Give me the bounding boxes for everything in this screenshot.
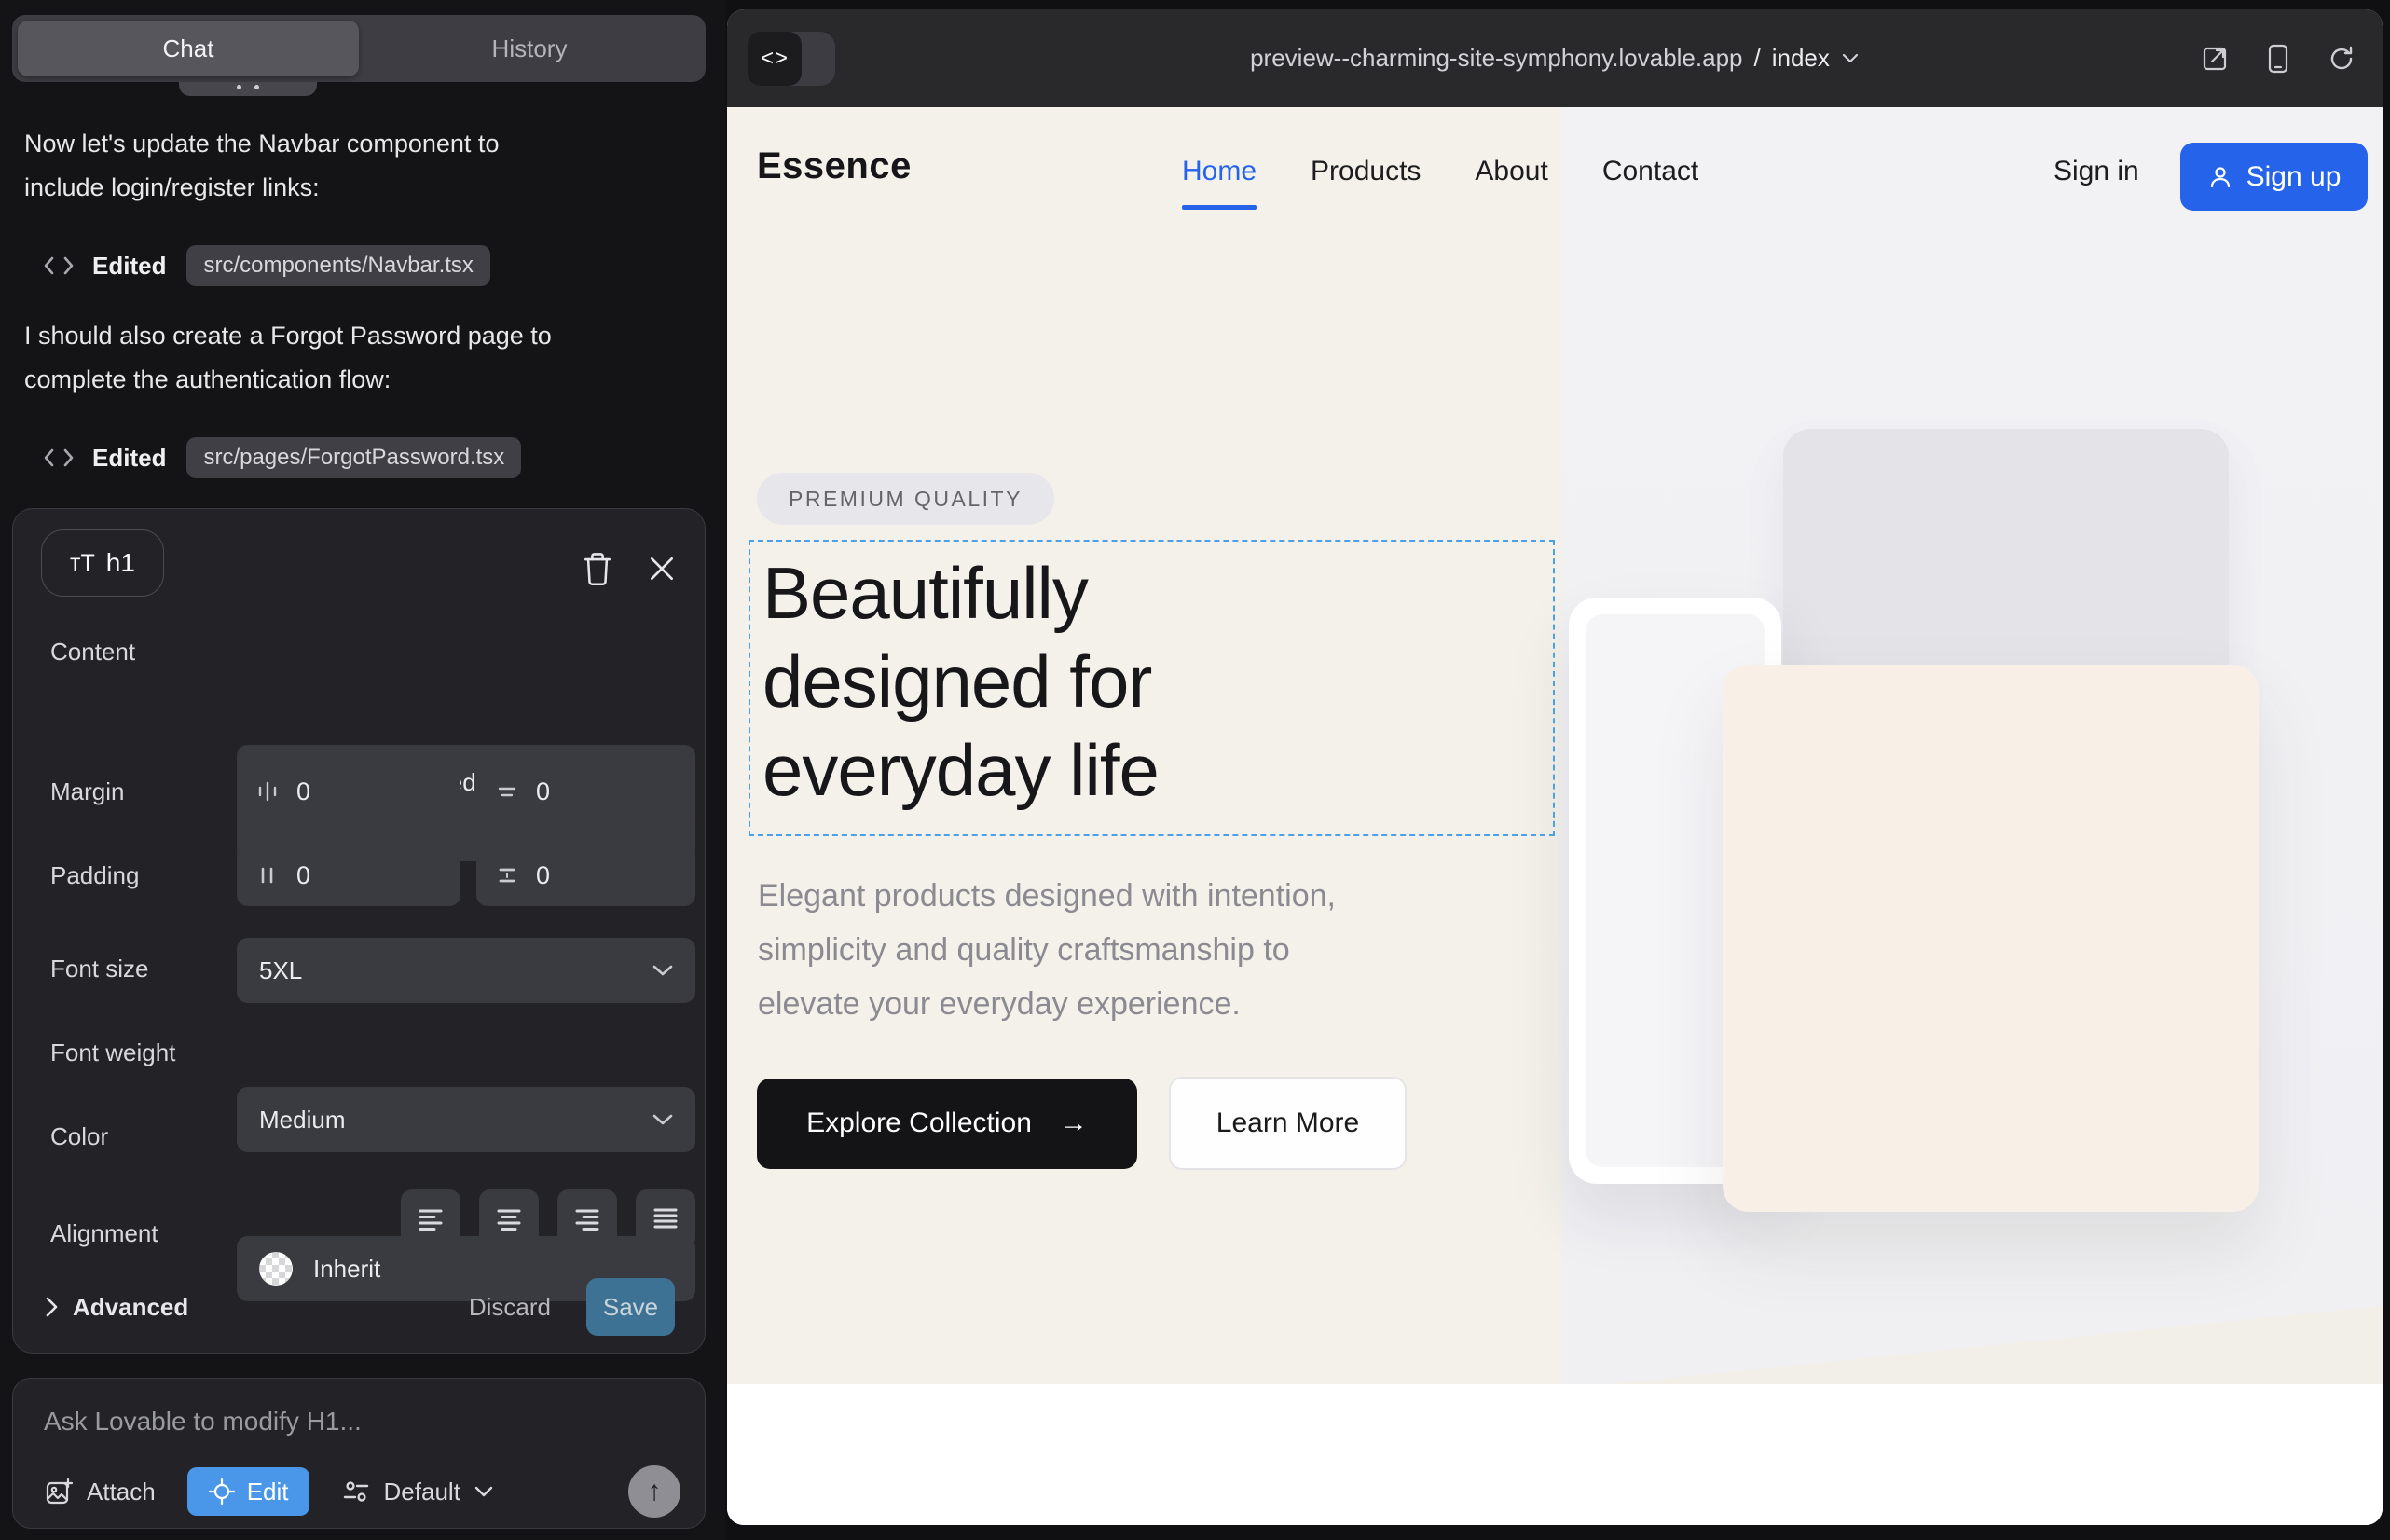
- chat-composer[interactable]: Ask Lovable to modify H1... Attach Edit: [12, 1378, 706, 1529]
- arrow-right-icon: →: [1060, 1107, 1088, 1139]
- padding-y-input[interactable]: 0: [476, 845, 695, 906]
- edited-file-row: Edited src/components/Navbar.tsx: [42, 244, 490, 287]
- margin-y-input[interactable]: 0: [476, 761, 695, 822]
- edit-mode-button[interactable]: Edit: [187, 1467, 309, 1516]
- assistant-message: I should also create a Forgot Password p…: [24, 314, 552, 402]
- mobile-view-icon[interactable]: [2267, 43, 2289, 75]
- attach-button[interactable]: Attach: [44, 1477, 156, 1506]
- edited-file-chip[interactable]: src/components/Navbar.tsx: [186, 245, 489, 286]
- composer-placeholder[interactable]: Ask Lovable to modify H1...: [44, 1407, 362, 1437]
- preview-toolbar: <> preview--charming-site-symphony.lovab…: [727, 9, 2383, 107]
- sliders-icon: [341, 1477, 371, 1506]
- padding-x-input[interactable]: 0: [237, 845, 460, 906]
- delete-element-button[interactable]: [582, 551, 613, 586]
- font-size-select[interactable]: 5XL: [237, 938, 695, 1003]
- element-editor-panel: тT h1 Content Beautifully des: [12, 508, 706, 1354]
- premium-quality-badge: PREMIUM QUALITY: [757, 473, 1054, 525]
- align-left-button[interactable]: [401, 1189, 460, 1249]
- align-justify-button[interactable]: [636, 1189, 695, 1249]
- nav-link-home[interactable]: Home: [1182, 156, 1257, 187]
- lovable-chat-panel: Chat History Now let's update the Navbar…: [0, 0, 725, 1540]
- edited-file-row: Edited src/pages/ForgotPassword.tsx: [42, 436, 521, 479]
- code-icon: [42, 447, 76, 469]
- save-button[interactable]: Save: [586, 1278, 675, 1336]
- chevron-down-icon: [1841, 52, 1860, 64]
- refresh-icon[interactable]: [2327, 44, 2356, 74]
- chevron-down-icon: [474, 1485, 494, 1498]
- learn-more-button[interactable]: Learn More: [1169, 1077, 1407, 1170]
- open-in-new-tab-icon[interactable]: [2200, 44, 2230, 74]
- margin-y-icon: [495, 779, 519, 804]
- rendered-site: Essence Home Products About Contact Sign…: [727, 107, 2383, 1525]
- nav-link-contact[interactable]: Contact: [1602, 156, 1698, 187]
- margin-label: Margin: [50, 777, 124, 806]
- explore-collection-button[interactable]: Explore Collection →: [757, 1079, 1137, 1169]
- font-size-label: Font size: [50, 955, 149, 983]
- preview-url: preview--charming-site-symphony.lovable.…: [1250, 44, 1742, 73]
- padding-y-icon: [495, 863, 519, 887]
- user-icon: [2207, 164, 2233, 190]
- mode-selector[interactable]: Default: [341, 1477, 494, 1506]
- sign-up-button[interactable]: Sign up: [2180, 143, 2368, 211]
- nav-link-about[interactable]: About: [1475, 156, 1547, 187]
- edited-file-chip[interactable]: src/pages/ForgotPassword.tsx: [186, 437, 521, 478]
- discard-button[interactable]: Discard: [469, 1293, 551, 1322]
- target-icon: [208, 1478, 236, 1506]
- close-editor-button[interactable]: [647, 554, 677, 584]
- preview-page: index: [1772, 44, 1830, 73]
- site-logo[interactable]: Essence: [757, 145, 912, 187]
- typography-icon: тT: [70, 550, 95, 577]
- hero-description: Elegant products designed with intention…: [758, 869, 1336, 1031]
- chat-history-tabs: Chat History: [12, 15, 706, 82]
- chevron-down-icon: [651, 963, 675, 978]
- site-preview-window: <> preview--charming-site-symphony.lovab…: [727, 9, 2383, 1525]
- content-label: Content: [50, 638, 135, 667]
- padding-x-icon: [255, 863, 280, 887]
- chevron-right-icon: [43, 1295, 60, 1319]
- tab-chat[interactable]: Chat: [18, 21, 359, 76]
- send-button[interactable]: ↑: [628, 1465, 680, 1518]
- selected-element-tag[interactable]: тT h1: [41, 529, 164, 597]
- tag-name: h1: [106, 548, 135, 578]
- align-right-button[interactable]: [557, 1189, 617, 1249]
- site-navbar: Essence Home Products About Contact Sign…: [727, 107, 2383, 233]
- decor-card-cream: [1723, 665, 2259, 1212]
- padding-label: Padding: [50, 861, 139, 890]
- advanced-toggle[interactable]: Advanced: [43, 1293, 188, 1322]
- section-below-hero: [727, 1384, 2383, 1525]
- align-center-button[interactable]: [479, 1189, 539, 1249]
- hero-heading[interactable]: Beautifully designed for everyday life: [762, 549, 1159, 815]
- assistant-message: Now let's update the Navbar component to…: [24, 122, 499, 210]
- sign-in-link[interactable]: Sign in: [2053, 156, 2139, 187]
- tab-history[interactable]: History: [359, 21, 700, 76]
- preview-url-bar[interactable]: preview--charming-site-symphony.lovable.…: [727, 9, 2383, 107]
- margin-x-input[interactable]: 0: [237, 761, 460, 822]
- margin-x-icon: [255, 779, 280, 804]
- edited-label: Edited: [92, 252, 166, 281]
- color-label: Color: [50, 1122, 108, 1151]
- font-weight-label: Font weight: [50, 1038, 175, 1067]
- scrolled-chip-partial: [179, 82, 317, 96]
- alignment-label: Alignment: [50, 1219, 158, 1248]
- attach-image-icon: [44, 1477, 74, 1506]
- nav-link-products[interactable]: Products: [1311, 156, 1421, 187]
- edited-label: Edited: [92, 444, 166, 473]
- code-icon: [42, 254, 76, 277]
